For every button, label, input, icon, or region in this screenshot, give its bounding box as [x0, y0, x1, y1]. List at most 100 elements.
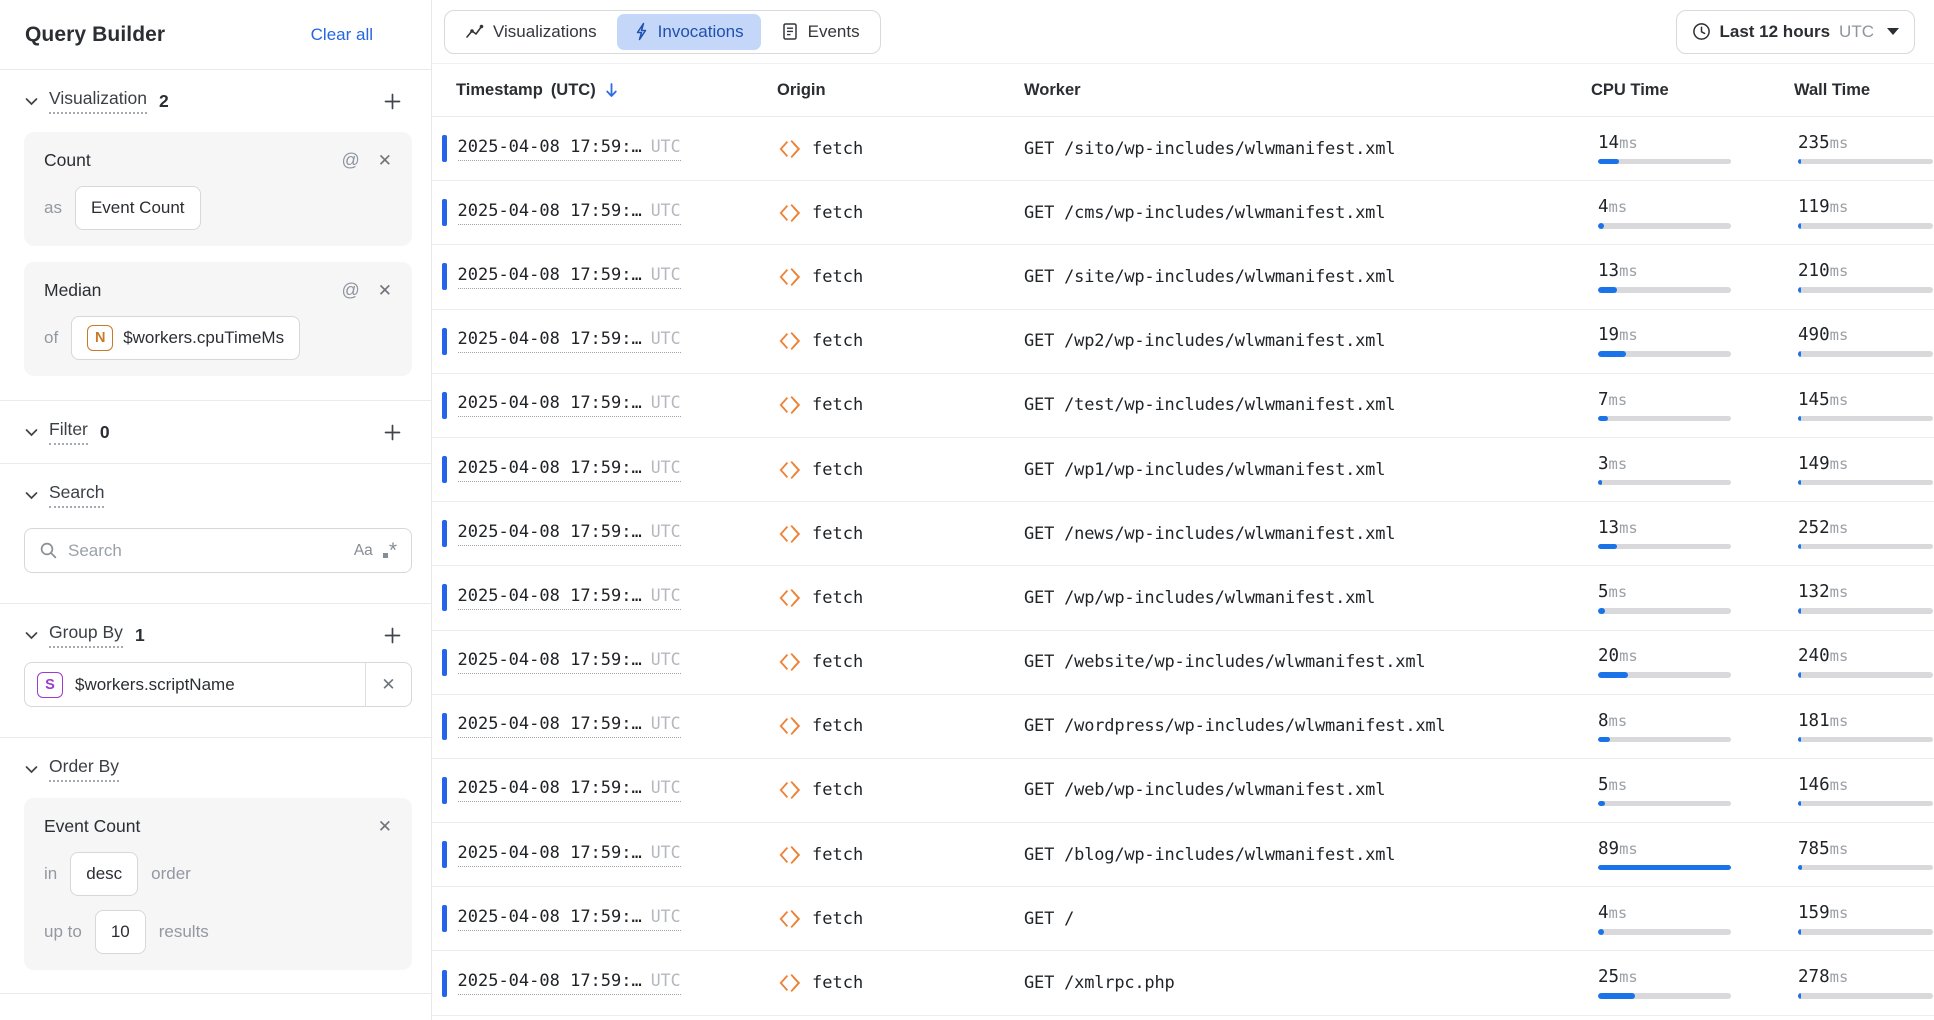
chevron-down-icon[interactable]	[25, 491, 38, 500]
table-row[interactable]: 2025-04-08 17:59:…UTC fetch GET /blog/wp…	[432, 823, 1934, 887]
cpu-time-cell: 25ms	[1589, 967, 1789, 999]
column-header-timestamp[interactable]: Timestamp (UTC)	[442, 81, 777, 100]
chevron-down-icon[interactable]	[25, 631, 38, 640]
table-row[interactable]: 2025-04-08 17:59:…UTC fetch GET /website…	[432, 631, 1934, 695]
time-range-value: Last 12 hours	[1720, 22, 1831, 42]
worker-request: GET /wordpress/wp-includes/wlwmanifest.x…	[1024, 716, 1589, 736]
wall-time-cell: 240ms	[1789, 646, 1934, 678]
worker-request: GET /test/wp-includes/wlwmanifest.xml	[1024, 395, 1589, 415]
row-timestamp[interactable]: 2025-04-08 17:59:…UTC	[458, 586, 681, 610]
wall-time-cell: 235ms	[1789, 133, 1934, 165]
timestamp-cell: 2025-04-08 17:59:…UTC	[442, 263, 777, 290]
search-input[interactable]	[68, 541, 344, 561]
match-case-toggle[interactable]: Aa	[354, 542, 373, 560]
groupby-label[interactable]: Group By	[49, 622, 123, 648]
median-field-button[interactable]: N $workers.cpuTimeMs	[71, 316, 300, 360]
filter-count: 0	[100, 422, 110, 443]
fetch-origin-icon	[777, 842, 803, 868]
table-row[interactable]: 2025-04-08 17:59:…UTC fetch GET /cms/wp-…	[432, 181, 1934, 245]
origin-value: fetch	[812, 845, 863, 865]
search-label[interactable]: Search	[49, 482, 104, 508]
table-row[interactable]: 2025-04-08 17:59:…UTC fetch GET /xmlrpc.…	[432, 951, 1934, 1015]
worker-request: GET /site/wp-includes/wlwmanifest.xml	[1024, 267, 1589, 287]
orderby-label[interactable]: Order By	[49, 756, 119, 782]
chevron-down-icon[interactable]	[25, 97, 38, 106]
remove-groupby-icon[interactable]: ✕	[365, 663, 411, 706]
add-filter-button[interactable]	[384, 424, 401, 441]
chevron-down-icon[interactable]	[25, 428, 38, 437]
sort-direction-button[interactable]: desc	[70, 852, 138, 896]
regex-toggle[interactable]: *	[383, 544, 397, 558]
row-timestamp[interactable]: 2025-04-08 17:59:…UTC	[458, 137, 681, 161]
tab-events[interactable]: Events	[764, 14, 877, 50]
page-title: Query Builder	[25, 23, 165, 47]
results-panel: Visualizations Invocations Events	[432, 0, 1934, 1020]
worker-request: GET /web/wp-includes/wlwmanifest.xml	[1024, 780, 1589, 800]
table-row[interactable]: 2025-04-08 17:59:…UTC fetch GET /news/wp…	[432, 502, 1934, 566]
at-sign-icon[interactable]: @	[341, 280, 359, 301]
timestamp-timezone: UTC	[651, 137, 681, 156]
results-toolbar: Visualizations Invocations Events	[432, 0, 1934, 64]
add-visualization-button[interactable]	[384, 93, 401, 110]
time-range-timezone: UTC	[1839, 22, 1874, 42]
table-row[interactable]: 2025-04-08 17:59:…UTC fetch GET /sito/wp…	[432, 117, 1934, 181]
chevron-down-icon[interactable]	[25, 765, 38, 774]
visualization-label[interactable]: Visualization	[49, 88, 147, 114]
filter-label[interactable]: Filter	[49, 419, 88, 445]
table-row[interactable]: 2025-04-08 17:59:…UTC fetch GET / 4ms 15…	[432, 887, 1934, 951]
table-row[interactable]: 2025-04-08 17:59:…UTC fetch GET /web/wp-…	[432, 759, 1934, 823]
limit-input[interactable]: 10	[95, 910, 146, 954]
row-timestamp[interactable]: 2025-04-08 17:59:…UTC	[458, 714, 681, 738]
table-header: Timestamp (UTC) Origin Worker CPU Time W…	[432, 64, 1934, 117]
string-type-icon: S	[37, 672, 63, 698]
cpu-time-bar	[1598, 993, 1731, 999]
worker-request: GET /wp/wp-includes/wlwmanifest.xml	[1024, 588, 1589, 608]
remove-median-icon[interactable]: ✕	[378, 282, 392, 299]
alias-button[interactable]: Event Count	[75, 186, 201, 230]
table-row[interactable]: 2025-04-08 17:59:…UTC fetch GET /wp/wp-i…	[432, 566, 1934, 630]
row-timestamp[interactable]: 2025-04-08 17:59:…UTC	[458, 265, 681, 289]
fetch-origin-icon	[777, 392, 803, 418]
at-sign-icon[interactable]: @	[341, 150, 359, 171]
cpu-time-bar	[1598, 544, 1731, 550]
groupby-field-chip[interactable]: S $workers.scriptName ✕	[24, 662, 412, 707]
wall-time-bar	[1798, 159, 1933, 165]
timestamp-cell: 2025-04-08 17:59:…UTC	[442, 584, 777, 611]
wall-time-bar	[1798, 865, 1933, 871]
row-timestamp[interactable]: 2025-04-08 17:59:…UTC	[458, 393, 681, 417]
worker-request: GET /wp1/wp-includes/wlwmanifest.xml	[1024, 460, 1589, 480]
wall-time-cell: 181ms	[1789, 711, 1934, 743]
table-row[interactable]: 2025-04-08 17:59:…UTC fetch GET /test/wp…	[432, 374, 1934, 438]
remove-orderby-icon[interactable]: ✕	[378, 818, 392, 835]
row-timestamp[interactable]: 2025-04-08 17:59:…UTC	[458, 650, 681, 674]
tab-visualizations[interactable]: Visualizations	[448, 14, 614, 50]
timestamp-timezone: UTC	[651, 907, 681, 926]
time-range-button[interactable]: Last 12 hours UTC	[1676, 10, 1916, 54]
table-row[interactable]: 2025-04-08 17:59:…UTC fetch GET /wordpre…	[432, 695, 1934, 759]
row-timestamp[interactable]: 2025-04-08 17:59:…UTC	[458, 458, 681, 482]
add-groupby-button[interactable]	[384, 627, 401, 644]
row-timestamp[interactable]: 2025-04-08 17:59:…UTC	[458, 778, 681, 802]
cpu-time-bar	[1598, 416, 1731, 422]
tab-invocations[interactable]: Invocations	[617, 14, 761, 50]
row-timestamp[interactable]: 2025-04-08 17:59:…UTC	[458, 522, 681, 546]
table-row[interactable]: 2025-04-08 17:59:…UTC fetch GET /wp2/wp-…	[432, 310, 1934, 374]
table-row[interactable]: 2025-04-08 17:59:…UTC fetch GET /site/wp…	[432, 245, 1934, 309]
row-timestamp[interactable]: 2025-04-08 17:59:…UTC	[458, 971, 681, 995]
fetch-origin-icon	[777, 777, 803, 803]
line-chart-icon	[465, 23, 484, 40]
cpu-time-cell: 5ms	[1589, 775, 1789, 807]
table-row[interactable]: 2025-04-08 17:59:…UTC fetch GET /wp1/wp-…	[432, 438, 1934, 502]
fetch-origin-icon	[777, 457, 803, 483]
clear-all-link[interactable]: Clear all	[311, 25, 373, 45]
invocations-table-body: 2025-04-08 17:59:…UTC fetch GET /sito/wp…	[432, 117, 1934, 1016]
log-level-indicator	[442, 713, 447, 740]
row-timestamp[interactable]: 2025-04-08 17:59:…UTC	[458, 843, 681, 867]
row-timestamp[interactable]: 2025-04-08 17:59:…UTC	[458, 907, 681, 931]
cpu-time-bar	[1598, 929, 1731, 935]
row-timestamp[interactable]: 2025-04-08 17:59:…UTC	[458, 201, 681, 225]
log-level-indicator	[442, 328, 447, 355]
row-timestamp[interactable]: 2025-04-08 17:59:…UTC	[458, 329, 681, 353]
remove-count-icon[interactable]: ✕	[378, 152, 392, 169]
wall-time-cell: 146ms	[1789, 775, 1934, 807]
